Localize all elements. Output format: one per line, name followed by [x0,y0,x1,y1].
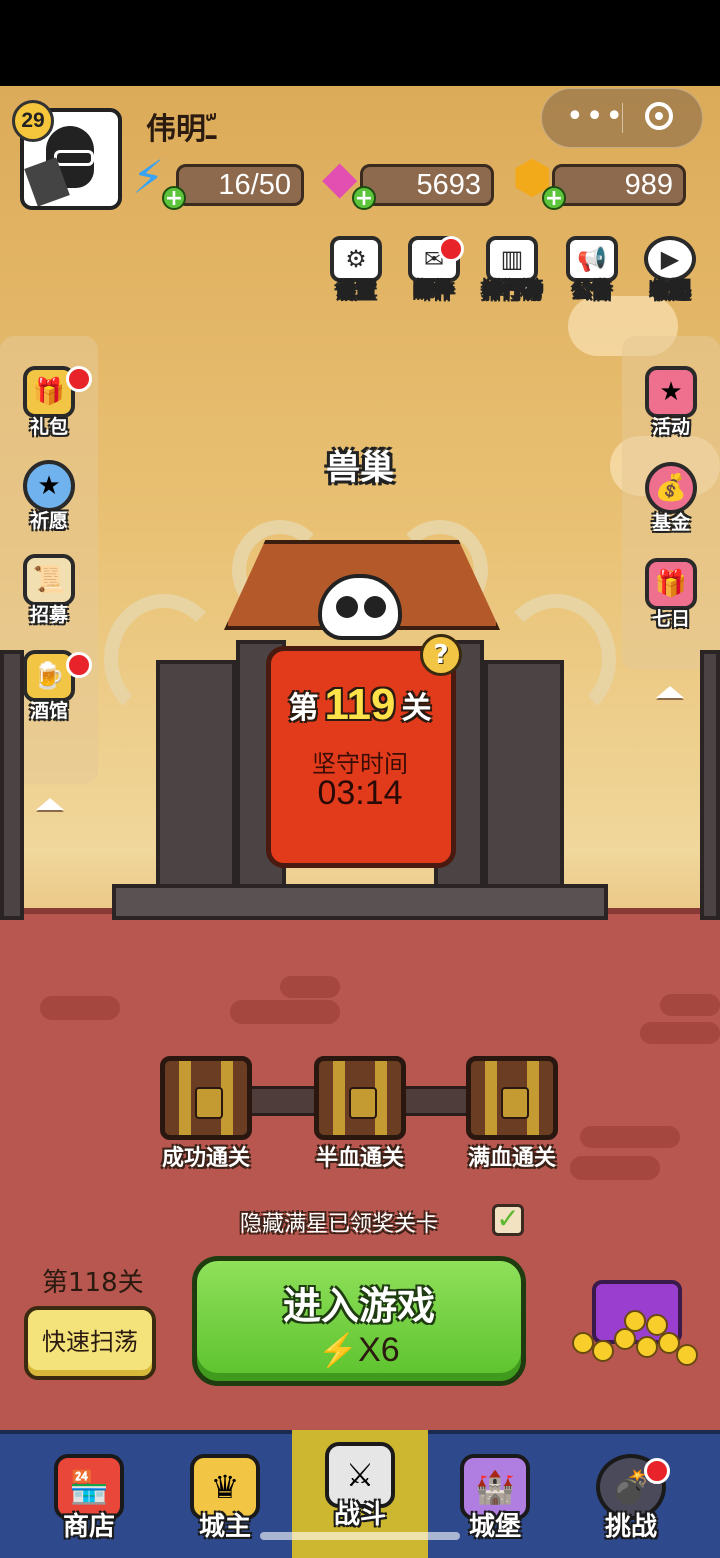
coin-icon [676,1344,698,1366]
event-label: 活动 [651,416,690,438]
stage-number: 119 [324,680,396,729]
announcement-label: 公告 [572,278,613,303]
nav-castle[interactable]: 🏰 城堡 [440,1454,550,1543]
nav-shop-label: 商店 [62,1512,115,1542]
energy-bolt-icon: ⚡ [132,150,165,204]
recruit-button[interactable]: 📜 招募 [14,554,84,627]
ground-brick [230,1000,340,1024]
gift-notification-dot [66,366,92,392]
leaderboard-label: 排行榜 [482,278,543,303]
add-gems-button[interactable]: + [352,186,376,210]
ground-brick [660,994,720,1016]
miniprogram-capsule: ••• [541,88,703,148]
chest-half-hp-label: 半血通关 [315,1146,404,1171]
seven-day-label: 七日 [651,608,690,630]
stage-number-line: 第 119 关 [0,680,720,730]
add-energy-button[interactable]: + [162,186,186,210]
recruit-scroll-icon: 📜 [23,554,75,606]
capsule-divider [622,103,623,133]
ground-brick [40,996,120,1020]
coin-icon [592,1340,614,1362]
lock-icon [349,1087,377,1119]
lock-icon [195,1087,223,1119]
gems-bar: 5693 [360,164,494,206]
more-menu-icon[interactable]: ••• [566,99,625,134]
stage-suffix: 关 [401,691,432,726]
seven-day-gift-icon: 🎁 [645,558,697,610]
nav-challenge-label: 挑战 [604,1512,657,1542]
enter-game-button[interactable]: 进入游戏 ⚡X6 [192,1256,526,1386]
energy-bar: 16/50 [176,164,304,206]
stage-prefix: 第 [288,691,319,726]
previous-stage-label: 第118关 [42,1268,144,1298]
event-button[interactable]: ★ 活动 [636,366,706,439]
treasure-chest-button[interactable] [562,1270,698,1374]
coins-bar: 989 [552,164,686,206]
skull-eye [364,596,386,618]
chest-full-hp-label: 满血通关 [467,1146,556,1171]
mail-label: 邮件 [414,278,455,303]
wish-label: 祈愿 [29,510,68,532]
player-level-badge: 29 [12,100,54,142]
seven-day-button[interactable]: 🎁 七日 [636,558,706,631]
recruit-label: 招募 [29,604,68,626]
hide-cleared-label: 隐藏满星已领奖关卡 [240,1212,439,1237]
home-indicator[interactable] [260,1532,460,1540]
nav-lord[interactable]: ♛ 城主 [170,1454,280,1543]
event-gift-icon: ★ [645,366,697,418]
avatar-glasses [54,150,94,166]
gate-base [112,884,608,920]
settings-label: 设置 [336,278,377,303]
status-bar [0,0,720,86]
player-name: 伟明ـّ [146,112,217,147]
skull-icon [318,574,402,640]
hold-time-value: 03:14 [317,774,403,812]
hide-cleared-checkbox[interactable]: ✓ [492,1204,524,1236]
announcement-button[interactable]: 📢 公告 [560,236,624,303]
chest-success[interactable] [160,1056,252,1140]
nav-battle-label: 战斗 [333,1500,386,1530]
chest-half-hp[interactable] [314,1056,406,1140]
add-coins-button[interactable]: + [542,186,566,210]
mail-notification-dot [438,236,464,262]
energy-cost: X6 [358,1331,400,1369]
nav-battle[interactable]: ⚔ 战斗 [305,1442,415,1531]
ground-brick [580,1126,680,1148]
challenge-notification-dot [644,1458,670,1484]
skull-eye [336,596,358,618]
enter-game-cost: ⚡X6 [197,1331,521,1370]
nav-shop[interactable]: 🏪 商店 [34,1454,144,1543]
leaderboard-button[interactable]: ▥ 排行榜 [480,236,544,303]
close-miniprogram-icon[interactable] [645,102,673,130]
quick-sweep-button[interactable]: 快速扫荡 [24,1306,156,1380]
settings-button[interactable]: ⚙ 设置 [324,236,388,303]
coin-icon [646,1314,668,1336]
collapse-label: 收起 [650,278,691,303]
gift-pack-label: 礼包 [29,416,68,438]
coin-icon [624,1310,646,1332]
ground-brick [280,976,340,998]
chest-band [179,1061,191,1135]
ground-brick [640,1022,720,1044]
collapse-button[interactable]: ▶ 收起 [638,236,702,303]
lock-icon [501,1087,529,1119]
stage-name: 兽巢 [326,448,394,488]
chest-band [333,1061,345,1135]
fund-label: 基金 [651,512,690,534]
tavern-notification-dot [66,652,92,678]
coin-icon [636,1336,658,1358]
ground-brick [570,1156,660,1180]
help-question-icon[interactable]: ? [420,634,462,676]
chest-success-label: 成功通关 [161,1146,250,1171]
enter-game-label: 进入游戏 [282,1284,435,1328]
chest-band [485,1061,497,1135]
chest-full-hp[interactable] [466,1056,558,1140]
coin-icon [572,1332,594,1354]
energy-bolt-icon: ⚡ [318,1332,359,1369]
